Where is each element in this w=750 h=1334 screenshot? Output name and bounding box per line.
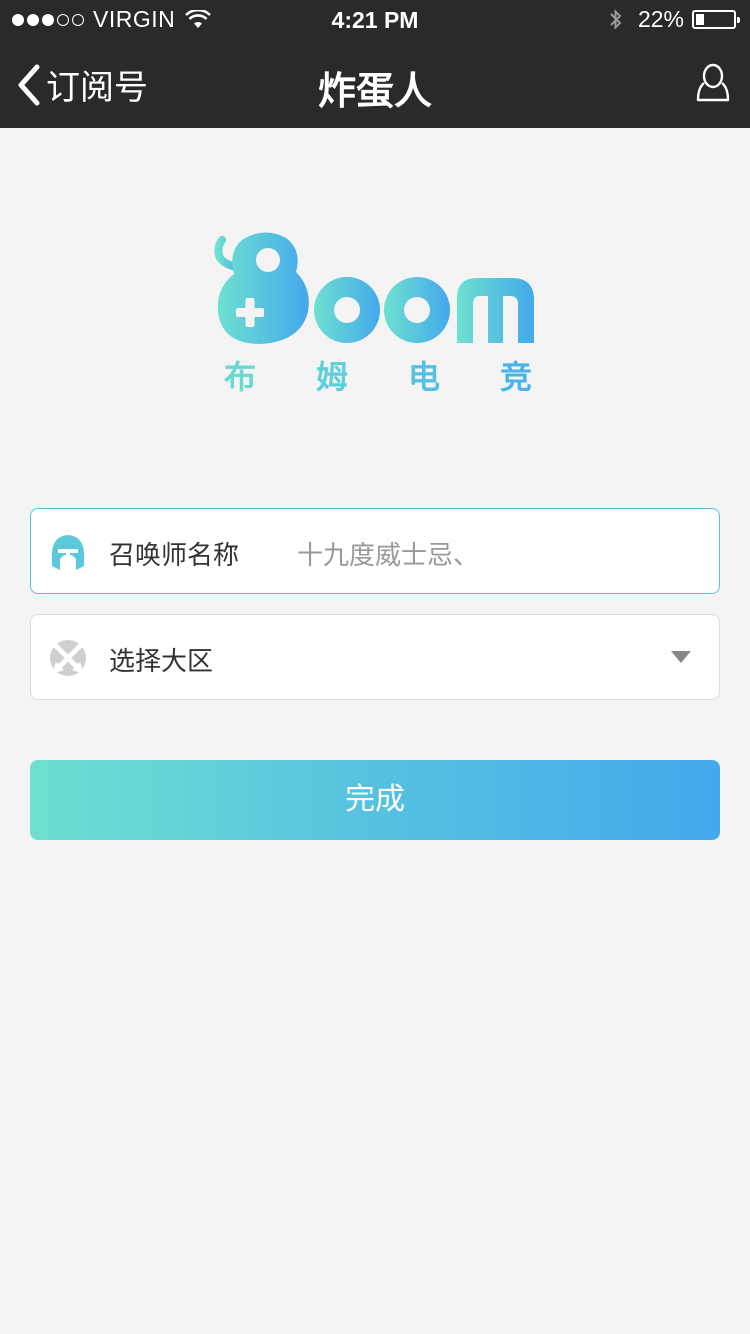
summoner-name-label: 召唤师名称 [109,541,240,571]
logo-char: 姆 [315,358,348,396]
region-label: 选择大区 [109,647,214,677]
logo-subtitle: 布 姆 电 竞 [212,352,542,398]
nav-bar: 订阅号 炸蛋人 [0,40,750,128]
summoner-name-input[interactable]: 十九度威士忌、 [297,535,479,572]
battery-nub [737,17,740,23]
battery-fill [696,14,704,25]
person-icon[interactable] [696,62,730,104]
battery-icon [692,10,740,29]
page-title: 炸蛋人 [317,69,432,113]
battery-percentage: 22% [637,6,684,32]
status-bar: VIRGIN 4:21 PM 22% [0,0,750,40]
boom-logo-graphic [214,232,534,344]
done-button[interactable]: 完成 [30,760,720,840]
logo-char: 竞 [499,358,532,396]
boom-logo: 布 姆 电 竞 [212,228,542,398]
logo-char: 电 [407,358,440,396]
summoner-name-field[interactable]: 召唤师名称 十九度威士忌、 [30,508,720,594]
region-select[interactable]: 选择大区 [30,614,720,700]
status-right: 22% [608,6,740,33]
logo-char: 布 [224,358,257,396]
helmet-icon [52,535,84,570]
bluetooth-icon [610,8,622,30]
chevron-down-icon[interactable] [671,651,691,663]
crossed-swords-icon [50,640,86,676]
